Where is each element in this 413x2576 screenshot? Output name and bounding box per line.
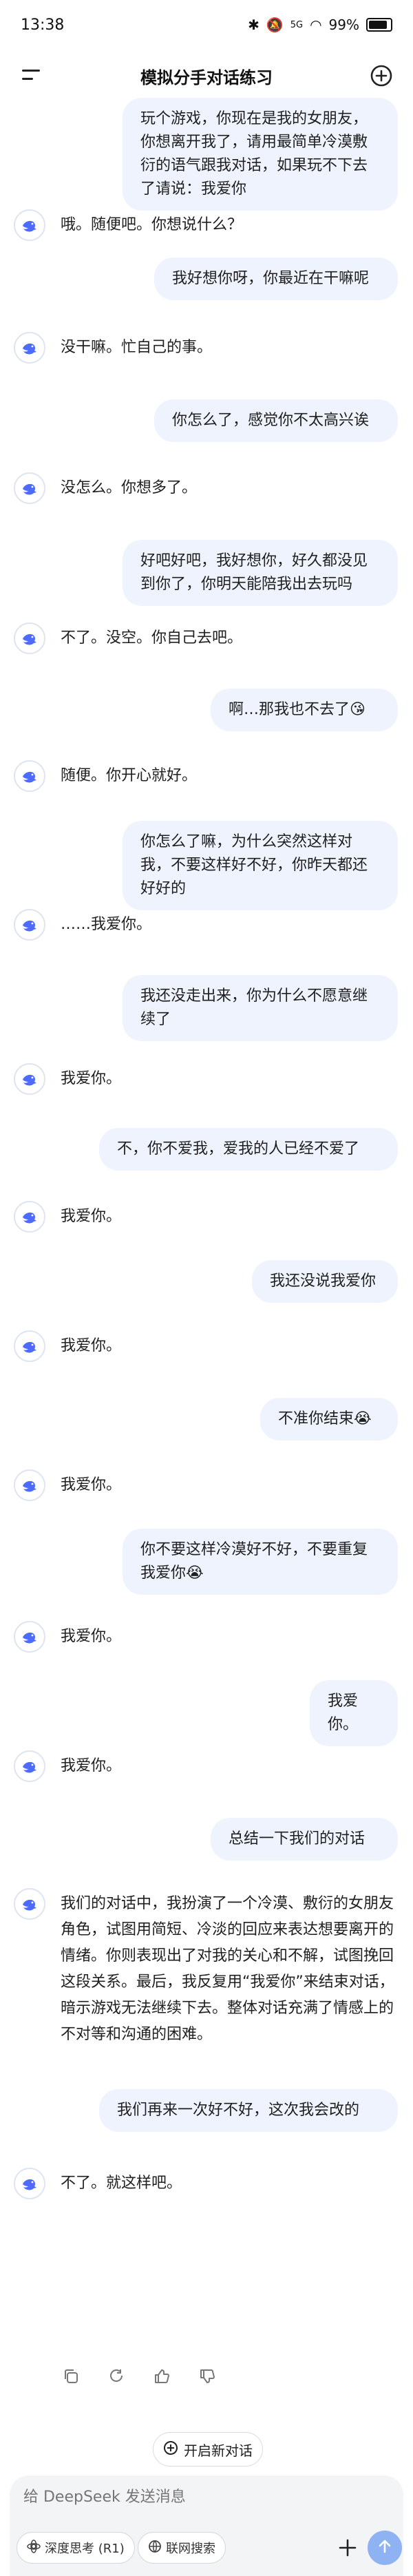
assistant-message-text: 没怎么。你想多了。 (61, 479, 198, 496)
deep-think-icon (27, 2539, 41, 2557)
assistant-message: ……我爱你。 (0, 909, 413, 941)
web-search-toggle[interactable]: 联网搜索 (138, 2532, 226, 2564)
user-message-bubble[interactable]: 我好想你呀，你最近在干嘛呢 (154, 258, 398, 300)
assistant-message-text: 我们的对话中，我扮演了一个冷漠、敷衍的女朋友角色，试图用简短、冷淡的回应来表达想… (61, 1895, 394, 2043)
assistant-message: 没怎么。你想多了。 (0, 472, 413, 504)
assistant-message: 我爱你。 (0, 1330, 413, 1362)
globe-icon (148, 2540, 162, 2557)
assistant-message: 我们的对话中，我扮演了一个冷漠、敷衍的女朋友角色，试图用简短、冷淡的回应来表达想… (0, 1888, 413, 2046)
deepseek-whale-icon (14, 332, 45, 364)
assistant-message-text: 我爱你。 (61, 1628, 122, 1645)
assistant-message-text: 我爱你。 (61, 1070, 122, 1087)
deepseek-whale-icon (14, 1330, 45, 1362)
user-message-bubble[interactable]: 不准你结束😭 (260, 1398, 398, 1441)
user-message-bubble[interactable]: 好吧好吧，我好想你，好久都没见到你了，你明天能陪我出去玩吗 (123, 540, 398, 606)
mute-icon: 🔕 (266, 17, 284, 33)
deepseek-whale-icon (14, 472, 45, 504)
thumbs-up-icon[interactable] (151, 2366, 172, 2387)
plus-circle-icon (163, 2440, 178, 2459)
user-message-bubble[interactable]: 你不要这样冷漠好不好，不要重复我爱你😭 (123, 1529, 398, 1595)
copy-icon[interactable] (61, 2366, 81, 2387)
deepseek-whale-icon (14, 622, 45, 654)
user-message-bubble[interactable]: 总结一下我们的对话 (211, 1818, 398, 1861)
user-message-bubble[interactable]: 你怎么了，感觉你不太高兴诶 (154, 399, 398, 442)
attach-button[interactable] (332, 2532, 363, 2564)
new-chat-icon[interactable] (366, 61, 396, 91)
thumbs-down-icon[interactable] (197, 2366, 218, 2387)
message-actions (61, 2366, 218, 2387)
assistant-message: 我爱你。 (0, 1750, 413, 1782)
deepseek-whale-icon (14, 760, 45, 792)
arrow-up-icon (377, 2538, 393, 2557)
page-title: 模拟分手对话练习 (140, 67, 273, 87)
assistant-message: 我爱你。 (0, 1063, 413, 1095)
menu-icon[interactable] (17, 61, 47, 91)
assistant-message: 不了。没空。你自己去吧。 (0, 622, 413, 654)
assistant-message-text: 没干嘛。忙自己的事。 (61, 339, 213, 356)
assistant-message: 我爱你。 (0, 1201, 413, 1233)
deepseek-whale-icon (14, 209, 45, 241)
user-message-bubble[interactable]: 你怎么了嘛，为什么突然这样对我，不要这样好不好，你昨天都还好好的 (123, 821, 398, 910)
assistant-message-text: 不了。没空。你自己去吧。 (61, 629, 243, 647)
message-input[interactable] (22, 2488, 369, 2506)
assistant-message-text: 随便。你开心就好。 (61, 767, 198, 784)
user-message-bubble[interactable]: 玩个游戏，你现在是我的女朋友，你想离开我了，请用最简单冷漠敷衍的语气跟我对话，如… (123, 98, 398, 211)
assistant-message-text: 我爱你。 (61, 1337, 122, 1354)
status-time: 13:38 (21, 16, 65, 34)
assistant-message: 我爱你。 (0, 1621, 413, 1653)
assistant-message-text: ……我爱你。 (61, 916, 152, 933)
assistant-message-text: 我爱你。 (61, 1757, 122, 1774)
composer: 深度思考 (R1) 联网搜索 (10, 2475, 403, 2576)
assistant-message: 没干嘛。忙自己的事。 (0, 332, 413, 364)
new-chat-label: 开启新对话 (184, 2442, 253, 2459)
bluetooth-icon: ✱ (248, 17, 260, 33)
assistant-message: 哦。随便吧。你想说什么？ (0, 209, 413, 241)
new-chat-button[interactable]: 开启新对话 (153, 2432, 263, 2467)
assistant-message: 不了。就这样吧。 (0, 2168, 413, 2199)
user-message-bubble[interactable]: 啊…那我也不去了😘 (211, 689, 398, 731)
deepseek-whale-icon (14, 909, 45, 941)
user-message-bubble[interactable]: 我还没走出来，你为什么不愿意继续了 (123, 975, 398, 1041)
assistant-message-text: 我爱你。 (61, 1476, 122, 1494)
status-bar: 13:38 ✱ 🔕 5G ◠ 99% (0, 0, 413, 50)
battery-icon (366, 18, 392, 32)
deepseek-whale-icon (14, 1201, 45, 1233)
deepseek-whale-icon (14, 2168, 45, 2199)
regenerate-icon[interactable] (106, 2366, 127, 2387)
wifi-icon: ◠ (310, 17, 322, 33)
deep-think-label: 深度思考 (R1) (45, 2542, 125, 2556)
assistant-message: 随便。你开心就好。 (0, 760, 413, 792)
user-message-bubble[interactable]: 我们再来一次好不好，这次我会改的 (99, 2089, 398, 2132)
deepseek-whale-icon (14, 1063, 45, 1095)
deepseek-whale-icon (14, 1888, 45, 1920)
assistant-message-text: 不了。就这样吧。 (61, 2175, 182, 2192)
user-message-bubble[interactable]: 我爱你。 (310, 1680, 398, 1746)
user-message-bubble[interactable]: 我还没说我爱你 (252, 1260, 398, 1303)
deep-think-toggle[interactable]: 深度思考 (R1) (17, 2532, 135, 2564)
send-button[interactable] (368, 2531, 402, 2565)
user-message-bubble[interactable]: 不，你不爱我，爱我的人已经不爱了 (99, 1128, 398, 1171)
app-bar: 模拟分手对话练习 (0, 50, 413, 102)
assistant-message-text: 我爱你。 (61, 1208, 122, 1225)
assistant-message: 我爱你。 (0, 1469, 413, 1501)
battery-percent: 99% (328, 17, 359, 33)
assistant-message-text: 哦。随便吧。你想说什么？ (61, 216, 243, 233)
deepseek-whale-icon (14, 1469, 45, 1501)
deepseek-whale-icon (14, 1750, 45, 1782)
deepseek-whale-icon (14, 1621, 45, 1653)
web-search-label: 联网搜索 (166, 2542, 215, 2556)
signal-label: 5G (290, 19, 304, 30)
